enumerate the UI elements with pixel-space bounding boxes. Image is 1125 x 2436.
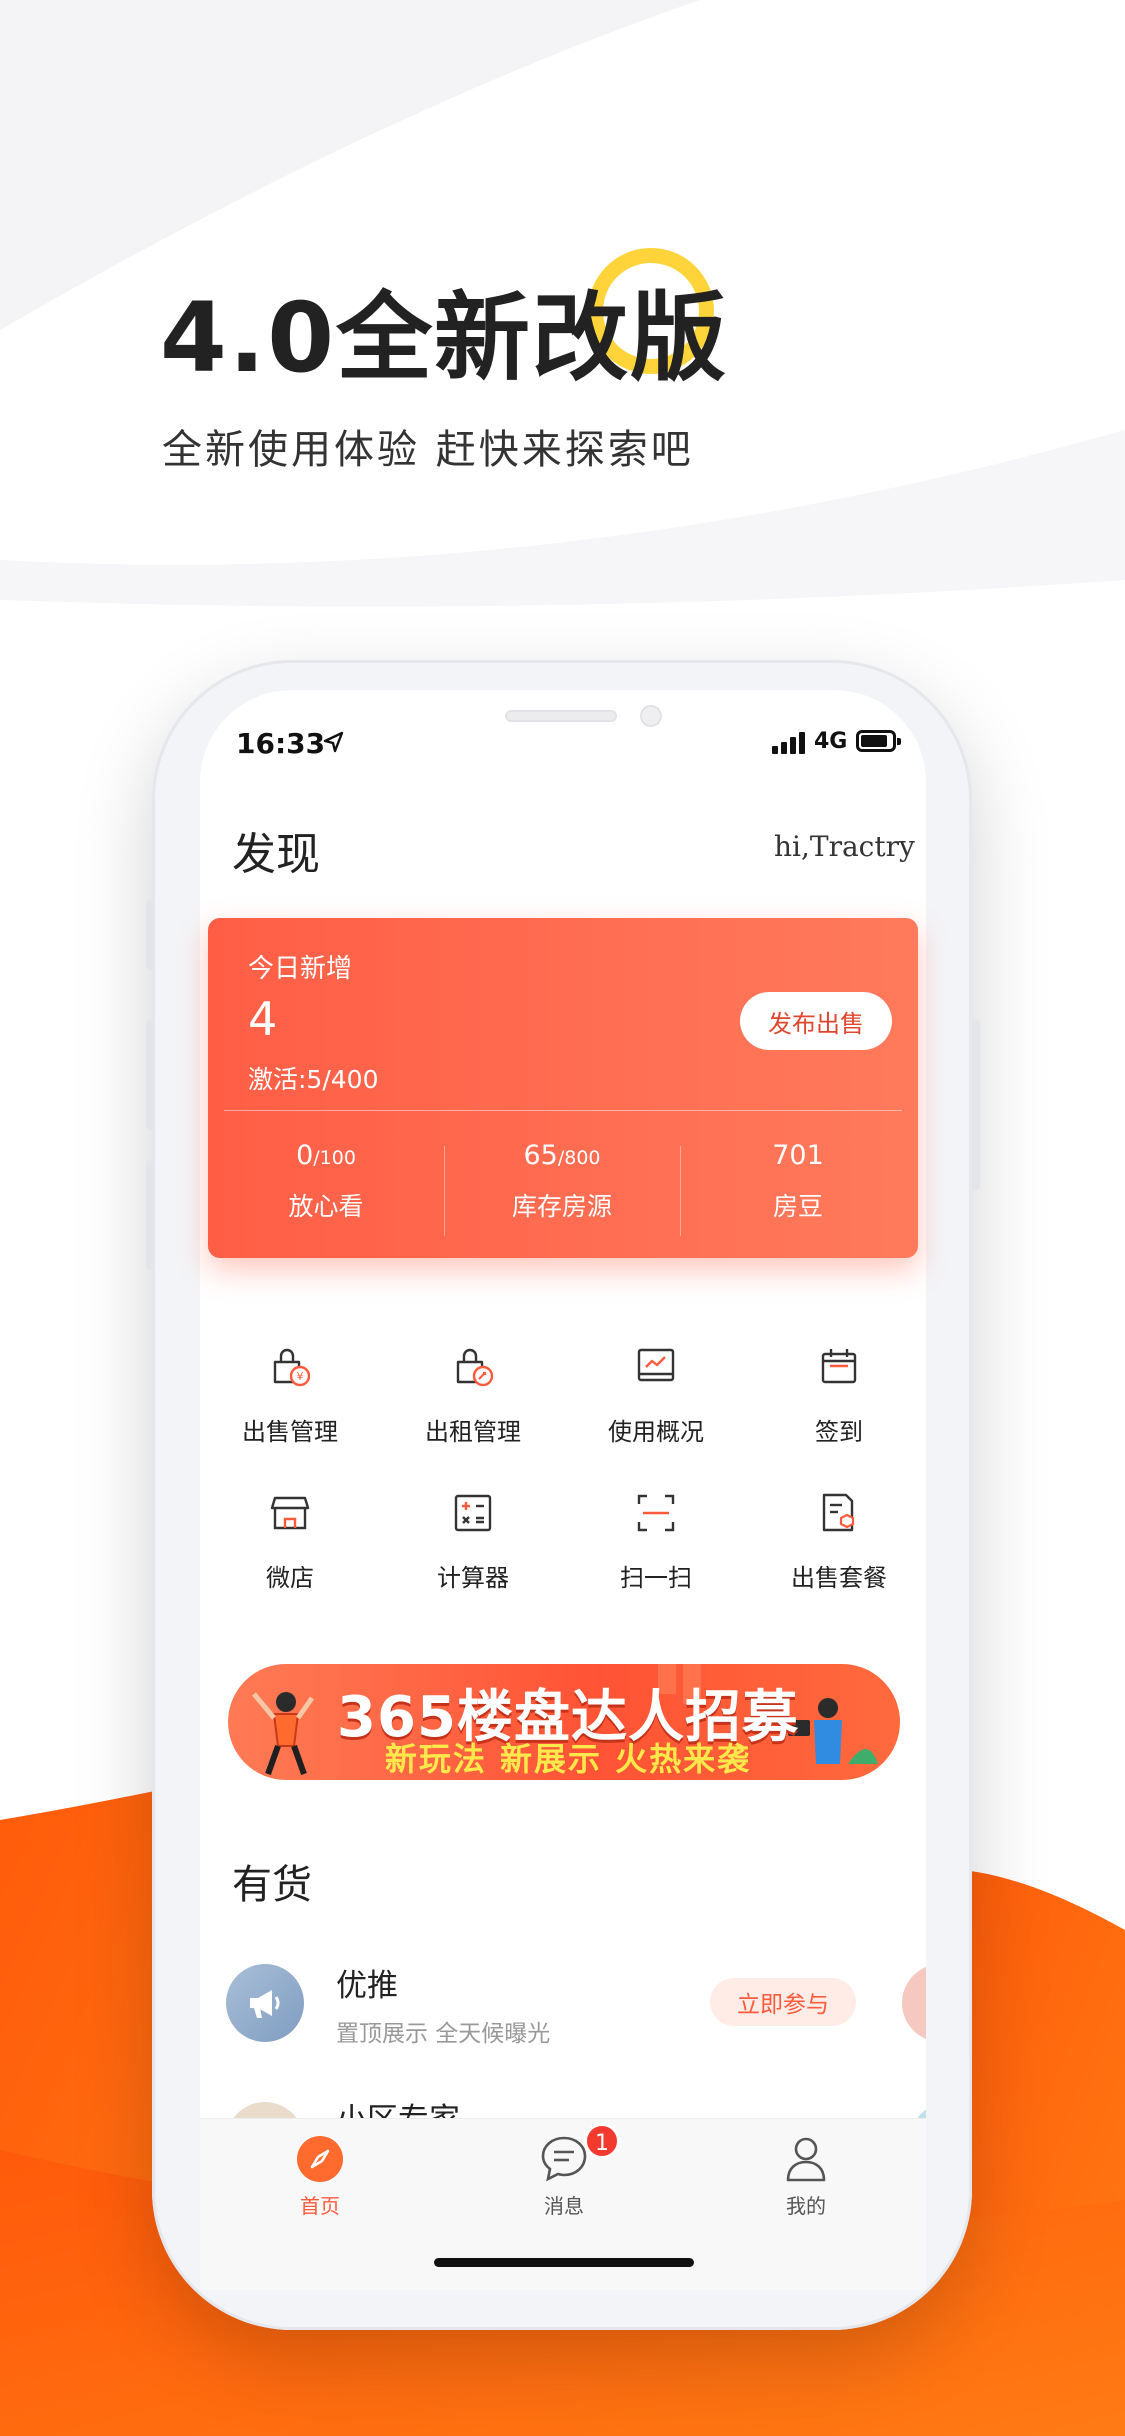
card-divider: [224, 1110, 902, 1111]
stat-label: 房豆: [772, 1192, 823, 1221]
hero-subtitle: 全新使用体验 赶快来探索吧: [162, 427, 694, 473]
stat-value: 0: [296, 1140, 314, 1171]
chat-icon: [541, 2136, 587, 2182]
location-arrow-icon: [323, 731, 344, 753]
calculator-icon: [454, 1494, 492, 1532]
item-title: 优推: [336, 1968, 398, 2004]
quick-action-label: 使用概况: [608, 1418, 704, 1446]
publish-sale-button[interactable]: 发布出售: [740, 992, 892, 1050]
signal-icon: [772, 732, 805, 754]
network-type: 4G: [814, 729, 848, 754]
quick-calculator[interactable]: 计算器: [383, 1490, 563, 1593]
next-card-peek: [902, 1964, 926, 2042]
user-greeting: hi,Tractry: [774, 830, 915, 863]
status-time: 16:33: [236, 727, 326, 760]
stat-beans[interactable]: 701 房豆: [680, 1140, 916, 1223]
quick-sale-management[interactable]: ¥ 出售管理: [200, 1344, 380, 1447]
quick-sale-package[interactable]: 出售套餐: [749, 1490, 929, 1593]
phone-side-button: [146, 1020, 154, 1130]
phone-side-button: [972, 1020, 980, 1190]
phone-camera: [640, 705, 662, 727]
battery-icon: [856, 730, 901, 752]
quick-action-label: 签到: [815, 1418, 863, 1446]
stat-label: 库存房源: [511, 1192, 612, 1221]
quick-micro-shop[interactable]: 微店: [200, 1490, 380, 1593]
calendar-icon: [821, 1349, 857, 1384]
quick-action-label: 出售管理: [242, 1418, 338, 1446]
quick-action-label: 出租管理: [425, 1418, 521, 1446]
quick-scan[interactable]: 扫一扫: [566, 1490, 746, 1593]
stat-inventory[interactable]: 65/800 库存房源: [444, 1140, 680, 1223]
rent-bag-icon: [456, 1348, 494, 1387]
quick-usage-overview[interactable]: 使用概况: [566, 1344, 746, 1447]
hero-title: 4.0全新改版: [160, 282, 729, 394]
activation-status: 激活:5/400: [248, 1065, 379, 1094]
quick-action-label: 出售套餐: [791, 1564, 887, 1592]
user-icon: [786, 2137, 826, 2182]
section-title-goods: 有货: [232, 1862, 312, 1908]
banner-tagline: 新玩法 新展示 火热来袭: [384, 1740, 752, 1778]
stat-label: 放心看: [288, 1192, 364, 1221]
home-indicator[interactable]: [434, 2258, 694, 2267]
package-doc-icon: [822, 1493, 855, 1532]
compass-icon: [297, 2136, 343, 2182]
tab-mine[interactable]: 我的: [746, 2134, 866, 2219]
overview-chart-icon: [637, 1348, 675, 1382]
megaphone-icon: [226, 1964, 304, 2042]
quick-rent-management[interactable]: 出租管理: [383, 1344, 563, 1447]
phone-side-button: [146, 1160, 154, 1270]
page-title: 发现: [232, 829, 320, 880]
stat-total: /800: [557, 1147, 601, 1169]
stat-value: 701: [772, 1140, 824, 1171]
quick-check-in[interactable]: 签到: [749, 1344, 929, 1447]
phone-speaker: [505, 710, 617, 722]
summary-card: 今日新增 4 激活:5/400 发布出售 0/100 放心看 65/800 库存…: [208, 918, 918, 1258]
shop-icon: [270, 1496, 310, 1530]
tab-label: 首页: [300, 2194, 340, 2218]
sale-bag-icon: ¥: [273, 1348, 311, 1387]
stat-value: 65: [523, 1140, 558, 1171]
quick-action-label: 扫一扫: [620, 1564, 692, 1592]
stat-safe-view[interactable]: 0/100 放心看: [208, 1140, 444, 1223]
promo-banner[interactable]: 365楼盘达人招募 新玩法 新展示 火热来袭: [228, 1664, 900, 1780]
stat-total: /100: [313, 1147, 356, 1169]
today-new-label: 今日新增: [248, 954, 353, 984]
tab-label: 消息: [544, 2194, 584, 2218]
item-desc: 置顶展示 全天候曝光: [336, 2021, 551, 2047]
quick-action-label: 计算器: [437, 1564, 509, 1592]
tab-label: 我的: [786, 2194, 826, 2218]
svg-text:¥: ¥: [297, 1370, 304, 1383]
quick-action-label: 微店: [266, 1564, 314, 1592]
tab-home[interactable]: 首页: [260, 2134, 380, 2219]
today-new-count: 4: [248, 992, 278, 1046]
phone-side-button: [146, 900, 154, 970]
scan-icon: [637, 1494, 675, 1532]
unread-badge: 1: [584, 2123, 620, 2159]
join-now-button[interactable]: 立即参与: [710, 1978, 856, 2026]
